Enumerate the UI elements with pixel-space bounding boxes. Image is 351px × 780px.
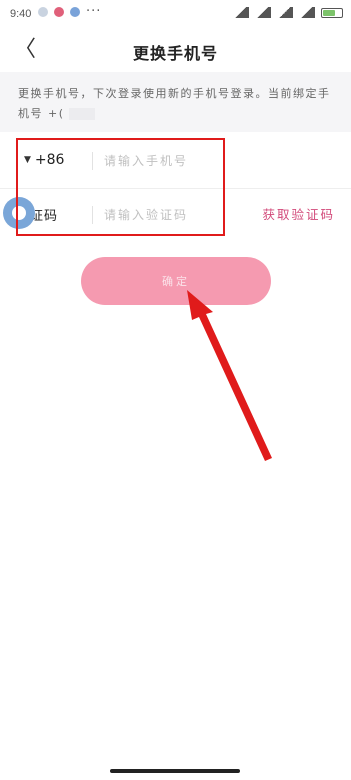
notice-banner: 更换手机号，下次登录使用新的手机号登录。当前绑定手机号 +( [0, 72, 351, 132]
confirm-button[interactable]: 确定 [81, 257, 271, 305]
nav-bar: 〈 更换手机号 [0, 34, 351, 68]
battery-icon [321, 7, 343, 18]
more-notifications-icon: ··· [86, 4, 102, 19]
masked-phone-number [68, 108, 95, 120]
status-bar: 9:40 ··· [0, 0, 351, 30]
app-notification-icon [38, 7, 48, 17]
notice-text: 更换手机号，下次登录使用新的手机号登录。当前绑定手机号 +( [18, 84, 337, 124]
app-notification-icon [54, 7, 64, 17]
mute-icon [233, 7, 249, 18]
notification-icons [38, 7, 80, 17]
app-notification-icon [70, 7, 80, 17]
status-time: 9:40 [10, 8, 32, 20]
signal-icon [255, 7, 271, 18]
signal-icon [277, 7, 293, 18]
home-indicator[interactable] [110, 769, 240, 773]
get-code-button[interactable]: 获取验证码 [262, 204, 335, 223]
wifi-icon [299, 7, 315, 18]
annotation-highlight-box [16, 138, 225, 236]
annotation-arrow-shape [187, 290, 272, 461]
system-status-icons [233, 7, 343, 18]
page-title: 更换手机号 [132, 44, 218, 63]
notice-text-content: 更换手机号，下次登录使用新的手机号登录。当前绑定手机号 +( [18, 87, 331, 120]
